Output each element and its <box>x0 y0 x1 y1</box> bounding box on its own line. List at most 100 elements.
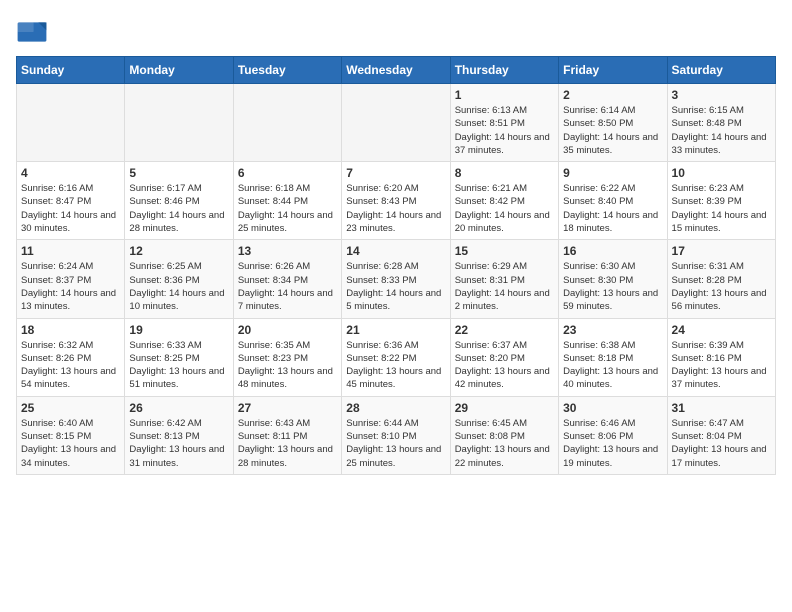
day-info: Sunrise: 6:37 AM Sunset: 8:20 PM Dayligh… <box>455 339 554 392</box>
day-number: 28 <box>346 401 445 415</box>
calendar-cell <box>17 84 125 162</box>
day-number: 3 <box>672 88 771 102</box>
day-info: Sunrise: 6:25 AM Sunset: 8:36 PM Dayligh… <box>129 260 228 313</box>
calendar-cell: 3Sunrise: 6:15 AM Sunset: 8:48 PM Daylig… <box>667 84 775 162</box>
day-info: Sunrise: 6:18 AM Sunset: 8:44 PM Dayligh… <box>238 182 337 235</box>
calendar-cell: 12 Sunrise: 6:25 AM Sunset: 8:36 PM Dayli… <box>125 240 233 318</box>
calendar-cell: 21Sunrise: 6:36 AM Sunset: 8:22 PM Dayli… <box>342 318 450 396</box>
header-day: Wednesday <box>342 57 450 84</box>
day-number: 2 <box>563 88 662 102</box>
day-number: 27 <box>238 401 337 415</box>
calendar-cell: 4Sunrise: 6:16 AM Sunset: 8:47 PM Daylig… <box>17 162 125 240</box>
calendar-cell: 8 Sunrise: 6:21 AM Sunset: 8:42 PM Daylig… <box>450 162 558 240</box>
day-info: Sunrise: 6:33 AM Sunset: 8:25 PM Dayligh… <box>129 339 228 392</box>
day-number: 15 <box>455 244 554 258</box>
day-number: 30 <box>563 401 662 415</box>
day-info: Sunrise: 6:29 AM Sunset: 8:31 PM Dayligh… <box>455 260 554 313</box>
day-number: 31 <box>672 401 771 415</box>
calendar-cell: 11Sunrise: 6:24 AM Sunset: 8:37 PM Dayli… <box>17 240 125 318</box>
day-info: Sunrise: 6:42 AM Sunset: 8:13 PM Dayligh… <box>129 417 228 470</box>
day-number: 18 <box>21 323 120 337</box>
day-info: Sunrise: 6:38 AM Sunset: 8:18 PM Dayligh… <box>563 339 662 392</box>
day-number: 29 <box>455 401 554 415</box>
day-number: 23 <box>563 323 662 337</box>
header-day: Saturday <box>667 57 775 84</box>
day-info: Sunrise: 6:31 AM Sunset: 8:28 PM Dayligh… <box>672 260 771 313</box>
day-info: Sunrise: 6:23 AM Sunset: 8:39 PM Dayligh… <box>672 182 771 235</box>
calendar-cell: 25 Sunrise: 6:40 AM Sunset: 8:15 PM Dayli… <box>17 396 125 474</box>
day-info: Sunrise: 6:40 AM Sunset: 8:15 PM Dayligh… <box>21 417 120 470</box>
calendar-cell: 20 Sunrise: 6:35 AM Sunset: 8:23 PM Dayli… <box>233 318 341 396</box>
calendar-week: 25 Sunrise: 6:40 AM Sunset: 8:15 PM Dayli… <box>17 396 776 474</box>
day-info: Sunrise: 6:46 AM Sunset: 8:06 PM Dayligh… <box>563 417 662 470</box>
day-info: Sunrise: 6:22 AM Sunset: 8:40 PM Dayligh… <box>563 182 662 235</box>
day-number: 7 <box>346 166 445 180</box>
day-number: 12 <box>129 244 228 258</box>
calendar-cell: 19 Sunrise: 6:33 AM Sunset: 8:25 PM Dayli… <box>125 318 233 396</box>
day-number: 11 <box>21 244 120 258</box>
day-number: 26 <box>129 401 228 415</box>
day-number: 19 <box>129 323 228 337</box>
day-number: 5 <box>129 166 228 180</box>
calendar-cell: 30 Sunrise: 6:46 AM Sunset: 8:06 PM Dayli… <box>559 396 667 474</box>
calendar-cell: 7Sunrise: 6:20 AM Sunset: 8:43 PM Daylig… <box>342 162 450 240</box>
calendar-cell <box>125 84 233 162</box>
day-number: 17 <box>672 244 771 258</box>
calendar-cell: 24 Sunrise: 6:39 AM Sunset: 8:16 PM Dayli… <box>667 318 775 396</box>
calendar-cell: 16 Sunrise: 6:30 AM Sunset: 8:30 PM Dayli… <box>559 240 667 318</box>
day-info: Sunrise: 6:26 AM Sunset: 8:34 PM Dayligh… <box>238 260 337 313</box>
calendar-table: SundayMondayTuesdayWednesdayThursdayFrid… <box>16 56 776 475</box>
day-info: Sunrise: 6:30 AM Sunset: 8:30 PM Dayligh… <box>563 260 662 313</box>
calendar-cell: 6 Sunrise: 6:18 AM Sunset: 8:44 PM Daylig… <box>233 162 341 240</box>
calendar-week: 4Sunrise: 6:16 AM Sunset: 8:47 PM Daylig… <box>17 162 776 240</box>
day-info: Sunrise: 6:28 AM Sunset: 8:33 PM Dayligh… <box>346 260 445 313</box>
header-day: Thursday <box>450 57 558 84</box>
day-info: Sunrise: 6:47 AM Sunset: 8:04 PM Dayligh… <box>672 417 771 470</box>
day-info: Sunrise: 6:17 AM Sunset: 8:46 PM Dayligh… <box>129 182 228 235</box>
day-number: 25 <box>21 401 120 415</box>
page-header <box>16 16 776 48</box>
calendar-cell: 15 Sunrise: 6:29 AM Sunset: 8:31 PM Dayli… <box>450 240 558 318</box>
day-info: Sunrise: 6:39 AM Sunset: 8:16 PM Dayligh… <box>672 339 771 392</box>
day-number: 16 <box>563 244 662 258</box>
logo <box>16 16 52 48</box>
calendar-cell: 2 Sunrise: 6:14 AM Sunset: 8:50 PM Daylig… <box>559 84 667 162</box>
calendar-cell <box>342 84 450 162</box>
day-number: 22 <box>455 323 554 337</box>
calendar-cell: 14Sunrise: 6:28 AM Sunset: 8:33 PM Dayli… <box>342 240 450 318</box>
calendar-cell: 23 Sunrise: 6:38 AM Sunset: 8:18 PM Dayli… <box>559 318 667 396</box>
day-number: 8 <box>455 166 554 180</box>
day-info: Sunrise: 6:21 AM Sunset: 8:42 PM Dayligh… <box>455 182 554 235</box>
calendar-cell: 5 Sunrise: 6:17 AM Sunset: 8:46 PM Daylig… <box>125 162 233 240</box>
header-day: Monday <box>125 57 233 84</box>
header-day: Friday <box>559 57 667 84</box>
calendar-cell: 13Sunrise: 6:26 AM Sunset: 8:34 PM Dayli… <box>233 240 341 318</box>
day-number: 21 <box>346 323 445 337</box>
calendar-week: 1 Sunrise: 6:13 AM Sunset: 8:51 PM Daylig… <box>17 84 776 162</box>
day-number: 6 <box>238 166 337 180</box>
logo-icon <box>16 16 48 48</box>
header-day: Sunday <box>17 57 125 84</box>
day-number: 10 <box>672 166 771 180</box>
day-number: 9 <box>563 166 662 180</box>
day-info: Sunrise: 6:13 AM Sunset: 8:51 PM Dayligh… <box>455 104 554 157</box>
day-number: 20 <box>238 323 337 337</box>
day-info: Sunrise: 6:35 AM Sunset: 8:23 PM Dayligh… <box>238 339 337 392</box>
day-info: Sunrise: 6:44 AM Sunset: 8:10 PM Dayligh… <box>346 417 445 470</box>
calendar-header: SundayMondayTuesdayWednesdayThursdayFrid… <box>17 57 776 84</box>
calendar-cell: 10 Sunrise: 6:23 AM Sunset: 8:39 PM Dayli… <box>667 162 775 240</box>
day-number: 4 <box>21 166 120 180</box>
calendar-cell: 29 Sunrise: 6:45 AM Sunset: 8:08 PM Dayli… <box>450 396 558 474</box>
calendar-cell: 31 Sunrise: 6:47 AM Sunset: 8:04 PM Dayli… <box>667 396 775 474</box>
header-row: SundayMondayTuesdayWednesdayThursdayFrid… <box>17 57 776 84</box>
calendar-cell <box>233 84 341 162</box>
day-info: Sunrise: 6:43 AM Sunset: 8:11 PM Dayligh… <box>238 417 337 470</box>
header-day: Tuesday <box>233 57 341 84</box>
day-number: 1 <box>455 88 554 102</box>
day-info: Sunrise: 6:14 AM Sunset: 8:50 PM Dayligh… <box>563 104 662 157</box>
day-number: 24 <box>672 323 771 337</box>
day-info: Sunrise: 6:45 AM Sunset: 8:08 PM Dayligh… <box>455 417 554 470</box>
calendar-cell: 18Sunrise: 6:32 AM Sunset: 8:26 PM Dayli… <box>17 318 125 396</box>
calendar-cell: 27 Sunrise: 6:43 AM Sunset: 8:11 PM Dayli… <box>233 396 341 474</box>
calendar-cell: 28 Sunrise: 6:44 AM Sunset: 8:10 PM Dayli… <box>342 396 450 474</box>
